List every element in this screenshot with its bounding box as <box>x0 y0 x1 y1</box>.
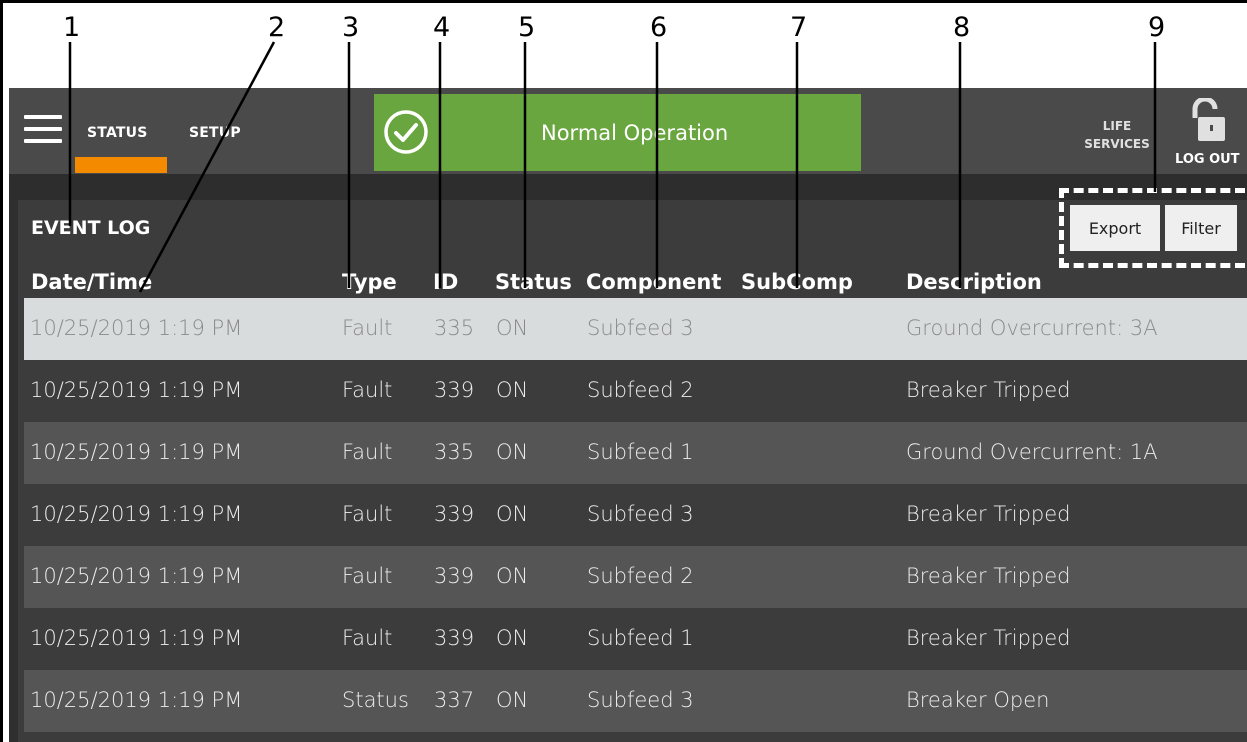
cell-datetime: 10/25/2019 1:19 PM <box>30 688 243 712</box>
cell-datetime: 10/25/2019 1:19 PM <box>30 316 243 340</box>
column-header-component[interactable]: Component <box>586 270 721 294</box>
column-header-subcomp[interactable]: SubComp <box>741 270 853 294</box>
event-log-table: 10/25/2019 1:19 PM Fault 335 ON Subfeed … <box>24 298 1247 732</box>
cell-status: ON <box>496 502 529 526</box>
cell-id: 335 <box>434 440 475 464</box>
check-circle-icon <box>384 110 428 154</box>
cell-datetime: 10/25/2019 1:19 PM <box>30 440 243 464</box>
callout-7: 7 <box>790 12 808 43</box>
cell-status: ON <box>496 688 529 712</box>
export-button[interactable]: Export <box>1070 205 1160 251</box>
filter-button[interactable]: Filter <box>1165 205 1237 251</box>
cell-description: Breaker Tripped <box>906 626 1071 650</box>
cell-status: ON <box>496 626 529 650</box>
column-header-status[interactable]: Status <box>495 270 572 294</box>
cell-datetime: 10/25/2019 1:19 PM <box>30 378 243 402</box>
cell-component: Subfeed 3 <box>587 502 694 526</box>
tab-setup[interactable]: SETUP <box>189 125 241 141</box>
cell-status: ON <box>496 316 529 340</box>
cell-status: ON <box>496 564 529 588</box>
tab-status[interactable]: STATUS <box>87 125 148 141</box>
cell-id: 339 <box>434 378 475 402</box>
cell-component: Subfeed 2 <box>587 564 694 588</box>
callout-8: 8 <box>953 12 971 43</box>
life-services-line2: SERVICES <box>1084 137 1150 151</box>
cell-description: Ground Overcurrent: 1A <box>906 440 1158 464</box>
cell-datetime: 10/25/2019 1:19 PM <box>30 626 243 650</box>
table-row[interactable]: 10/25/2019 1:19 PM Fault 339 ON Subfeed … <box>24 484 1247 546</box>
cell-id: 339 <box>434 564 475 588</box>
cell-type: Fault <box>342 378 393 402</box>
callout-1: 1 <box>63 12 81 43</box>
column-header-type[interactable]: Type <box>342 270 397 294</box>
cell-type: Fault <box>342 440 393 464</box>
life-services-button[interactable]: LIFE SERVICES <box>1077 117 1157 153</box>
table-row[interactable]: 10/25/2019 1:19 PM Fault 335 ON Subfeed … <box>24 422 1247 484</box>
cell-description: Breaker Tripped <box>906 564 1071 588</box>
column-header-id[interactable]: ID <box>433 270 458 294</box>
table-row[interactable]: 10/25/2019 1:19 PM Fault 339 ON Subfeed … <box>24 608 1247 670</box>
hamburger-menu-icon[interactable] <box>24 115 62 147</box>
cell-type: Fault <box>342 626 393 650</box>
logout-label[interactable]: LOG OUT <box>1175 152 1240 167</box>
cell-id: 335 <box>434 316 475 340</box>
cell-status: ON <box>496 378 529 402</box>
cell-datetime: 10/25/2019 1:19 PM <box>30 502 243 526</box>
cell-description: Breaker Open <box>906 688 1050 712</box>
table-row[interactable]: 10/25/2019 1:19 PM Fault 335 ON Subfeed … <box>24 298 1247 360</box>
cell-component: Subfeed 1 <box>587 440 694 464</box>
cell-description: Breaker Tripped <box>906 378 1071 402</box>
status-banner-text: Normal Operation <box>541 121 729 145</box>
cell-component: Subfeed 3 <box>587 688 694 712</box>
callout-9: 9 <box>1148 12 1166 43</box>
cell-status: ON <box>496 440 529 464</box>
cell-description: Breaker Tripped <box>906 502 1071 526</box>
cell-id: 337 <box>434 688 475 712</box>
cell-type: Fault <box>342 316 393 340</box>
table-row[interactable]: 10/25/2019 1:19 PM Fault 339 ON Subfeed … <box>24 360 1247 422</box>
cell-id: 339 <box>434 502 475 526</box>
page-title: EVENT LOG <box>31 217 151 239</box>
callout-5: 5 <box>518 12 536 43</box>
cell-id: 339 <box>434 626 475 650</box>
life-services-line1: LIFE <box>1102 119 1132 133</box>
column-header-datetime[interactable]: Date/Time <box>31 270 152 294</box>
cell-component: Subfeed 3 <box>587 316 694 340</box>
cell-type: Fault <box>342 502 393 526</box>
callout-2: 2 <box>268 12 286 43</box>
cell-type: Fault <box>342 564 393 588</box>
cell-component: Subfeed 2 <box>587 378 694 402</box>
table-row[interactable]: 10/25/2019 1:19 PM Status 337 ON Subfeed… <box>24 670 1247 732</box>
table-row[interactable]: 10/25/2019 1:19 PM Fault 339 ON Subfeed … <box>24 546 1247 608</box>
callout-6: 6 <box>650 12 668 43</box>
cell-type: Status <box>342 688 409 712</box>
callout-4: 4 <box>433 12 451 43</box>
cell-description: Ground Overcurrent: 3A <box>906 316 1158 340</box>
callout-3: 3 <box>342 12 360 43</box>
unlocked-padlock-icon[interactable] <box>1187 98 1227 144</box>
column-header-description[interactable]: Description <box>906 270 1042 294</box>
cell-component: Subfeed 1 <box>587 626 694 650</box>
cell-datetime: 10/25/2019 1:19 PM <box>30 564 243 588</box>
active-tab-indicator <box>75 157 167 173</box>
status-banner: Normal Operation <box>374 94 861 171</box>
